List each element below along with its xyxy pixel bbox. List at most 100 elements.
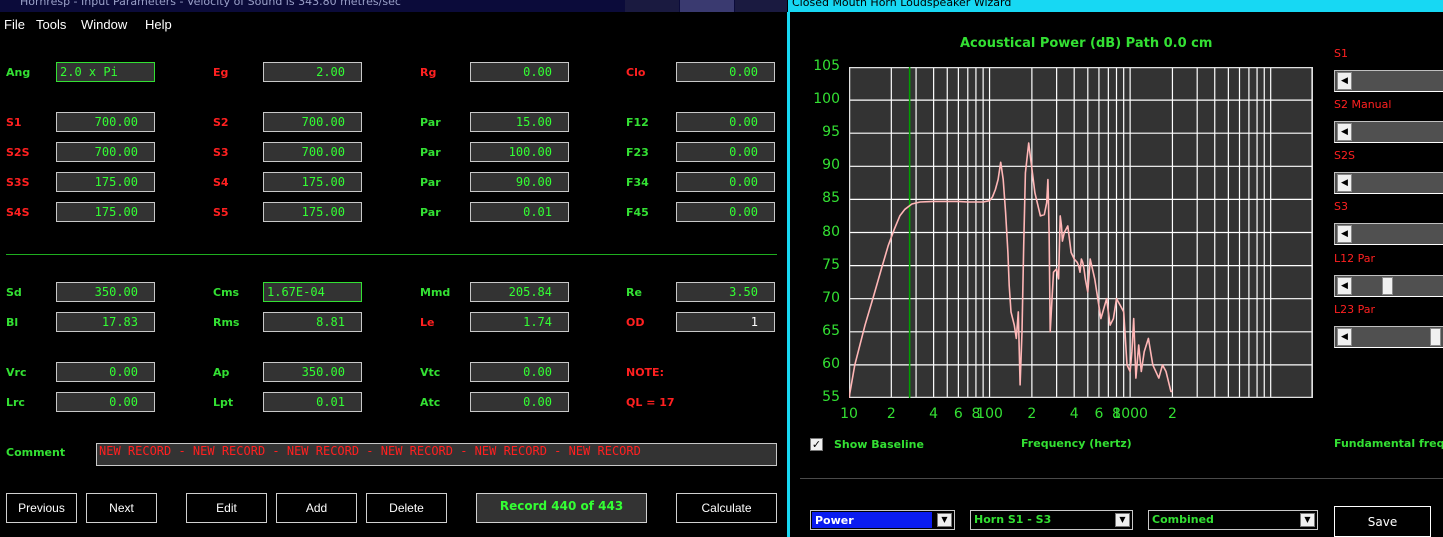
comment-label: Comment: [6, 446, 66, 459]
param-field[interactable]: 350.00: [56, 282, 155, 302]
chevron-left-icon[interactable]: ◀: [1337, 123, 1352, 141]
edit-button[interactable]: Edit: [186, 493, 267, 523]
save-button[interactable]: Save: [1334, 506, 1431, 537]
y-tick-label: 90: [822, 157, 840, 174]
param-field[interactable]: 0.00: [470, 362, 569, 382]
minimize-button[interactable]: [625, 0, 679, 12]
param-field[interactable]: 90.00: [470, 172, 569, 192]
param-field[interactable]: 350.00: [263, 362, 362, 382]
slider-track[interactable]: ◀: [1334, 172, 1443, 194]
right-window-title: Closed Mouth Horn Loudspeaker Wizard: [792, 0, 1012, 9]
param-field[interactable]: 0.00: [56, 362, 155, 382]
comment-field[interactable]: NEW RECORD - NEW RECORD - NEW RECORD - N…: [96, 443, 777, 466]
param-field[interactable]: 700.00: [263, 112, 362, 132]
param-field[interactable]: 0.01: [263, 392, 362, 412]
param-field[interactable]: 175.00: [263, 202, 362, 222]
param-field[interactable]: 2.0 x Pi: [56, 62, 155, 82]
chevron-left-icon[interactable]: ◀: [1337, 72, 1352, 90]
param-field[interactable]: 0.00: [676, 172, 775, 192]
chevron-down-icon[interactable]: ▼: [1115, 513, 1130, 527]
param-field[interactable]: 0.00: [676, 112, 775, 132]
previous-button[interactable]: Previous: [6, 493, 77, 523]
chevron-left-icon[interactable]: ◀: [1337, 225, 1352, 243]
chevron-left-icon[interactable]: ◀: [1337, 174, 1352, 192]
param-field[interactable]: 8.81: [263, 312, 362, 332]
y-tick-label: 85: [822, 190, 840, 207]
param-field[interactable]: 175.00: [56, 202, 155, 222]
horn-select[interactable]: Horn S1 - S3 ▼: [970, 510, 1133, 530]
menu-bar: File Tools Window Help: [0, 12, 787, 36]
slider-label: S2S: [1334, 149, 1355, 162]
mode-select[interactable]: Power ▼: [810, 510, 955, 530]
param-label: Rg: [420, 66, 437, 79]
param-field[interactable]: 175.00: [56, 172, 155, 192]
chevron-left-icon[interactable]: ◀: [1337, 328, 1352, 346]
param-field[interactable]: 0.01: [470, 202, 569, 222]
fundamental-freq-label: Fundamental freq is: [1334, 437, 1443, 450]
slider-track[interactable]: ◀: [1334, 326, 1443, 348]
param-field[interactable]: 17.83: [56, 312, 155, 332]
param-label: S5: [213, 206, 229, 219]
y-tick-label: 105: [813, 58, 840, 74]
param-field[interactable]: 1.74: [470, 312, 569, 332]
x-tick-label: 6: [953, 406, 963, 422]
menu-file[interactable]: File: [4, 17, 25, 32]
param-field[interactable]: 700.00: [56, 142, 155, 162]
param-field[interactable]: 700.00: [56, 112, 155, 132]
menu-tools[interactable]: Tools: [36, 17, 66, 32]
slider-track[interactable]: ◀: [1334, 275, 1443, 297]
output-select[interactable]: Combined ▼: [1148, 510, 1318, 530]
param-field[interactable]: 1.67E-04: [263, 282, 362, 302]
next-button[interactable]: Next: [86, 493, 157, 523]
param-label: Sd: [6, 286, 22, 299]
power-response-plot[interactable]: [849, 67, 1313, 398]
param-field[interactable]: 0.00: [470, 392, 569, 412]
param-field[interactable]: 1: [676, 312, 775, 332]
maximize-button[interactable]: [680, 0, 734, 12]
param-label: Clo: [626, 66, 646, 79]
slider-label: L23 Par: [1334, 303, 1376, 316]
mode-select-value: Power: [812, 512, 932, 528]
x-tick-label: 6: [1094, 406, 1104, 422]
slider-thumb[interactable]: [1382, 277, 1394, 295]
slider-label: S3: [1334, 200, 1348, 213]
delete-button[interactable]: Delete: [366, 493, 447, 523]
menu-help[interactable]: Help: [145, 17, 172, 32]
param-label: Par: [420, 116, 441, 129]
param-field[interactable]: 700.00: [263, 142, 362, 162]
param-field[interactable]: 100.00: [470, 142, 569, 162]
chevron-down-icon[interactable]: ▼: [1300, 513, 1315, 527]
slider-track[interactable]: ◀: [1334, 223, 1443, 245]
param-label: OD: [626, 316, 645, 329]
chevron-left-icon[interactable]: ◀: [1337, 277, 1352, 295]
param-field[interactable]: 0.00: [470, 62, 569, 82]
section-divider: [6, 254, 777, 255]
param-field[interactable]: 205.84: [470, 282, 569, 302]
param-label: S4: [213, 176, 229, 189]
param-field[interactable]: 0.00: [56, 392, 155, 412]
left-window-title: Hornresp - Input Parameters - Velocity o…: [20, 0, 401, 8]
add-button[interactable]: Add: [276, 493, 357, 523]
param-field[interactable]: 0.00: [676, 202, 775, 222]
x-tick-label: 10: [840, 406, 858, 422]
param-field[interactable]: 0.00: [676, 142, 775, 162]
slider-track[interactable]: ◀: [1334, 121, 1443, 143]
y-tick-label: 65: [822, 322, 840, 339]
param-label: QL = 17: [626, 396, 675, 409]
show-baseline-label[interactable]: Show Baseline: [834, 438, 924, 451]
param-field[interactable]: 3.50: [676, 282, 775, 302]
slider-track[interactable]: ◀: [1334, 70, 1443, 92]
x-tick-label: 2: [886, 406, 896, 422]
param-field[interactable]: 2.00: [263, 62, 362, 82]
show-baseline-checkbox[interactable]: ✓: [810, 438, 823, 451]
slider-thumb[interactable]: [1430, 328, 1441, 346]
param-field[interactable]: 175.00: [263, 172, 362, 192]
close-button[interactable]: [735, 0, 787, 12]
param-field[interactable]: 15.00: [470, 112, 569, 132]
chevron-down-icon[interactable]: ▼: [937, 513, 952, 527]
calculate-button[interactable]: Calculate: [676, 493, 777, 523]
menu-window[interactable]: Window: [81, 17, 127, 32]
param-field[interactable]: 0.00: [676, 62, 775, 82]
y-tick-label: 60: [822, 355, 840, 372]
param-label: Par: [420, 176, 441, 189]
